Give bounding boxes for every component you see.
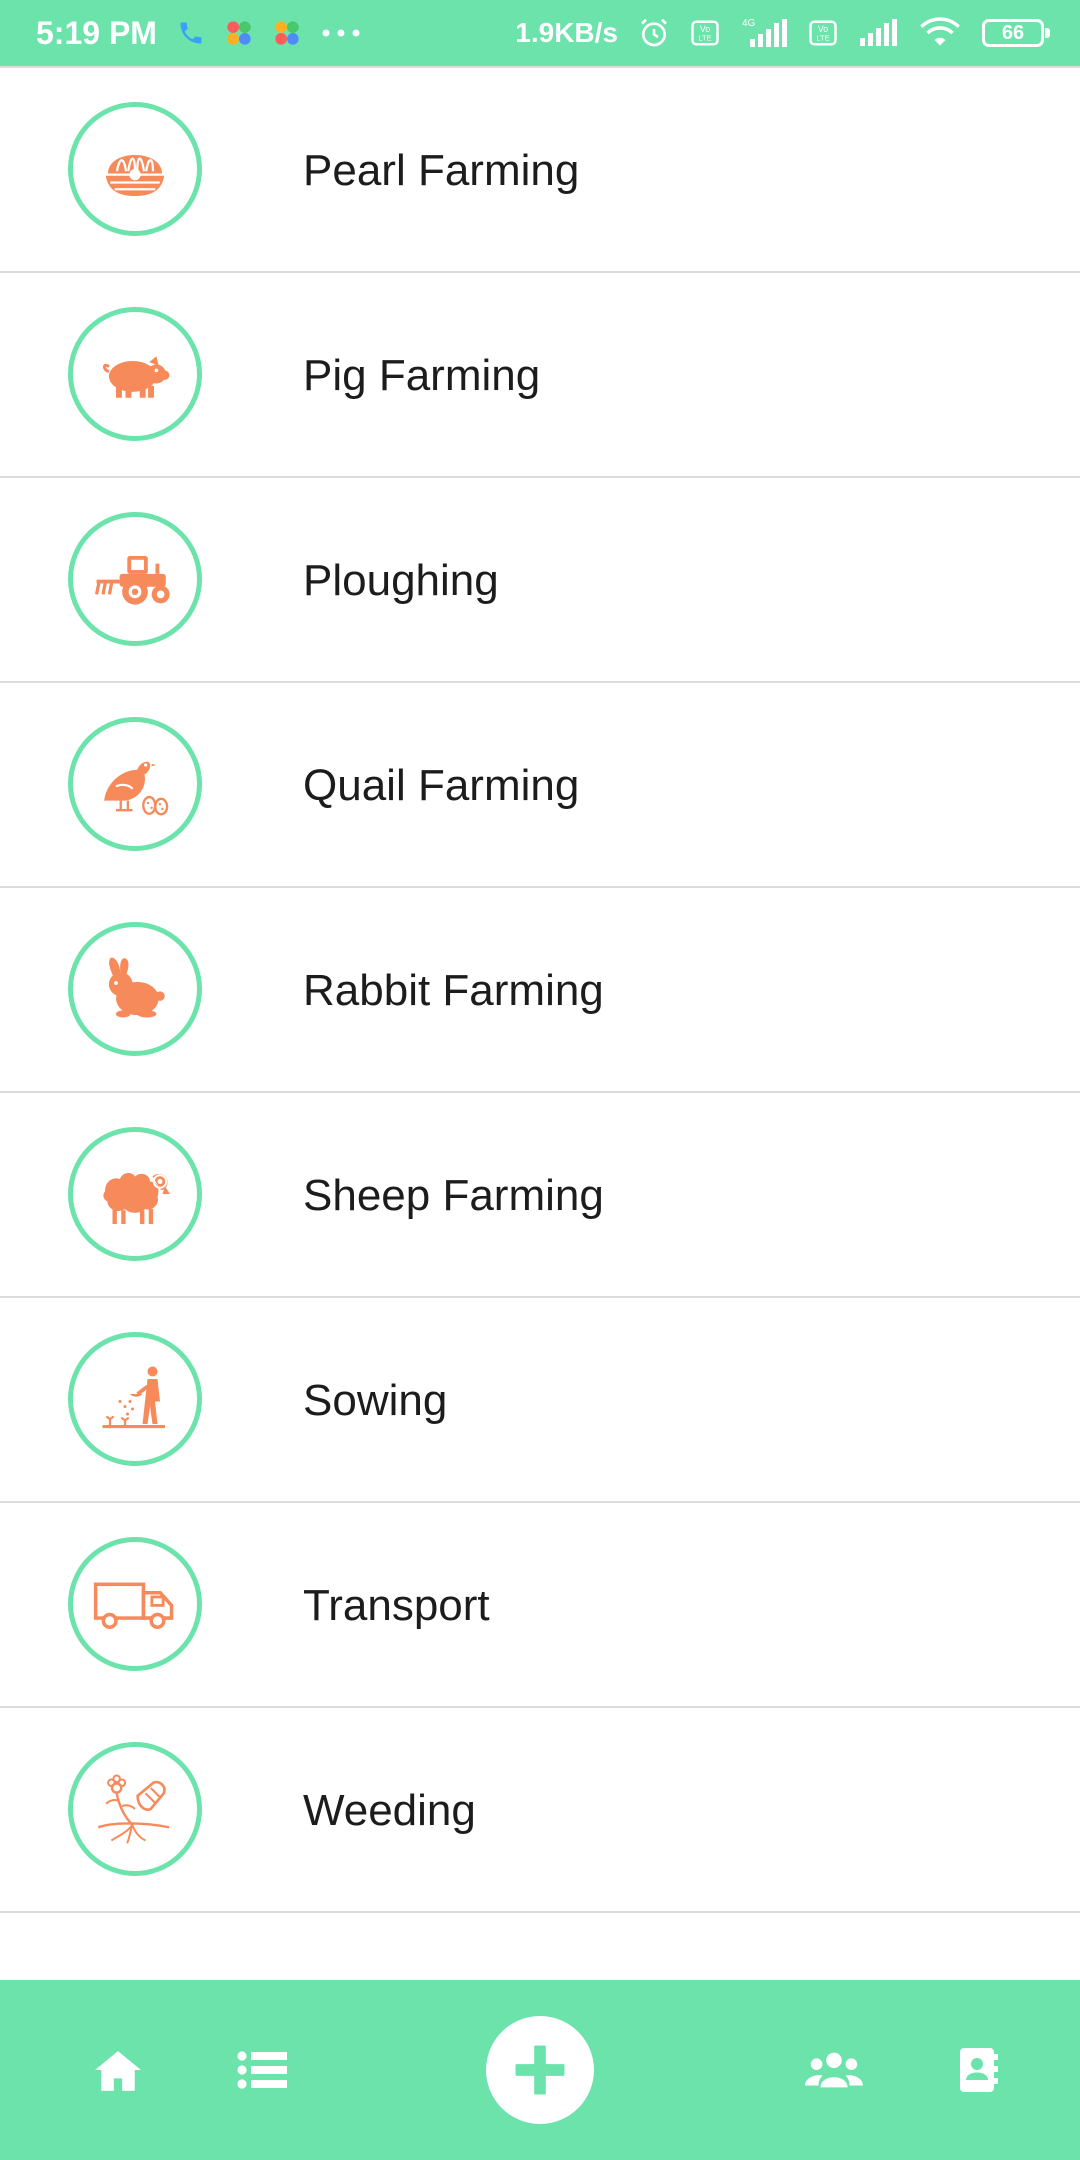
list-item-weeding[interactable]: Weeding xyxy=(0,1708,1080,1913)
list-item-label: Pearl Farming xyxy=(303,145,580,195)
list-item-ploughing[interactable]: Ploughing xyxy=(0,478,1080,683)
alarm-icon xyxy=(638,17,670,49)
list-item-label: Sowing xyxy=(303,1375,448,1425)
app-icon xyxy=(225,19,253,47)
more-icon xyxy=(321,28,361,38)
contacts-icon[interactable] xyxy=(948,2040,1008,2100)
service-list-content: Pearl Farming Pig Farming Ploughing Quai… xyxy=(0,66,1080,1913)
pig-icon xyxy=(68,307,202,441)
list-item-label: Sheep Farming xyxy=(303,1170,604,1220)
truck-icon xyxy=(68,1537,202,1671)
status-time: 5:19 PM xyxy=(36,14,157,51)
weeding-icon xyxy=(68,1742,202,1876)
pearl-icon xyxy=(68,102,202,236)
quail-icon xyxy=(68,717,202,851)
list-item-label: Quail Farming xyxy=(303,760,580,810)
list-item-sowing[interactable]: Sowing xyxy=(0,1298,1080,1503)
list-icon[interactable] xyxy=(232,2040,292,2100)
status-bar: 5:19 PM 1.9KB/s Vo LTE 4G Vo LTE 66 xyxy=(0,0,1080,66)
wifi-icon xyxy=(918,17,962,49)
network-speed: 1.9KB/s xyxy=(515,17,618,48)
status-bar-left: 5:19 PM xyxy=(36,15,361,52)
volte-icon: Vo LTE xyxy=(690,18,720,48)
bottom-navigation xyxy=(0,1980,1080,2160)
list-item-rabbit-farming[interactable]: Rabbit Farming xyxy=(0,888,1080,1093)
add-button[interactable] xyxy=(486,2016,594,2124)
volte-icon: Vo LTE xyxy=(808,18,838,48)
rabbit-icon xyxy=(68,922,202,1056)
network-type: 4G xyxy=(742,18,756,29)
signal-icon xyxy=(858,18,898,48)
service-list[interactable]: Pearl Farming Pig Farming Ploughing Quai… xyxy=(0,66,1080,1980)
users-icon[interactable] xyxy=(804,2040,864,2100)
status-bar-right: 1.9KB/s Vo LTE 4G Vo LTE 66 xyxy=(515,17,1050,49)
svg-text:LTE: LTE xyxy=(698,34,711,43)
list-item-label: Weeding xyxy=(303,1785,476,1835)
battery-level: 66 xyxy=(1001,21,1025,44)
svg-text:Vo: Vo xyxy=(818,24,828,34)
svg-text:Vo: Vo xyxy=(700,24,710,34)
home-icon[interactable] xyxy=(88,2040,148,2100)
signal-icon: 4G xyxy=(740,17,788,49)
battery-icon: 66 xyxy=(982,19,1050,47)
add-icon xyxy=(515,2045,565,2095)
list-item-sheep-farming[interactable]: Sheep Farming xyxy=(0,1093,1080,1298)
list-item-label: Pig Farming xyxy=(303,350,541,400)
svg-text:LTE: LTE xyxy=(816,34,829,43)
list-item-label: Transport xyxy=(303,1580,490,1630)
sheep-icon xyxy=(68,1127,202,1261)
sowing-icon xyxy=(68,1332,202,1466)
list-item-label: Ploughing xyxy=(303,555,499,605)
list-item-pearl-farming[interactable]: Pearl Farming xyxy=(0,68,1080,273)
list-item-pig-farming[interactable]: Pig Farming xyxy=(0,273,1080,478)
app-icon xyxy=(273,19,301,47)
list-item-transport[interactable]: Transport xyxy=(0,1503,1080,1708)
list-item-quail-farming[interactable]: Quail Farming xyxy=(0,683,1080,888)
phone-icon xyxy=(177,19,205,47)
tractor-icon xyxy=(68,512,202,646)
list-item-label: Rabbit Farming xyxy=(303,965,604,1015)
